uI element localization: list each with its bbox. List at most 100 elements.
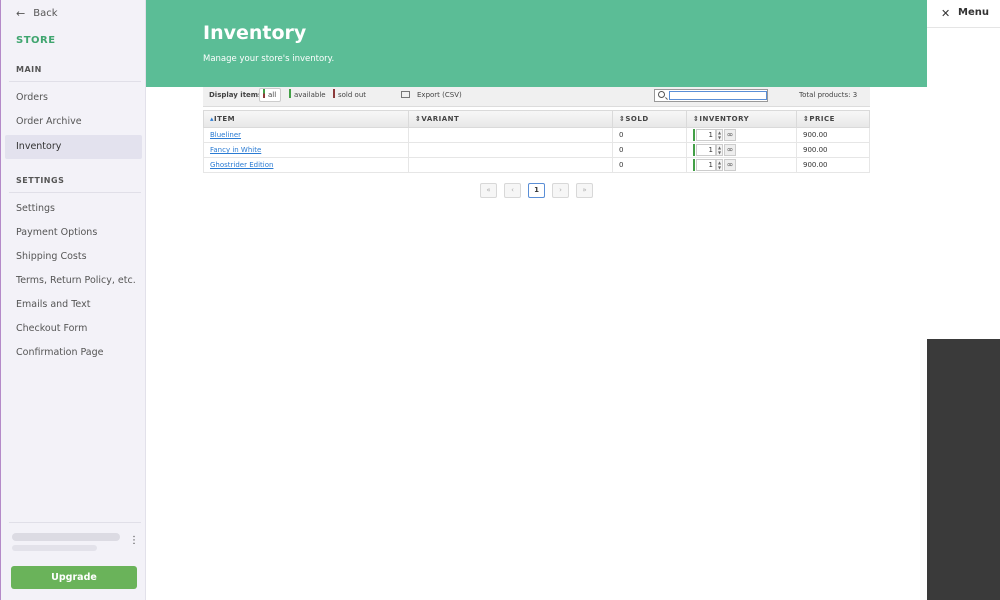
cell-inventory: 1 ▲ ▼ ∞ — [687, 128, 797, 142]
column-header-sold[interactable]: ⇕SOLD — [613, 111, 687, 128]
account-email-blurred — [12, 533, 120, 541]
sidebar-item-order-archive[interactable]: Order Archive — [5, 110, 142, 134]
column-header-variant[interactable]: ⇕VARIANT — [409, 111, 613, 128]
sidebar-item-settings[interactable]: Settings — [5, 197, 142, 221]
divider — [9, 522, 141, 523]
right-menu-panel: ✕ Menu — [927, 0, 1000, 600]
filter-all-label: all — [268, 91, 277, 99]
inventory-input[interactable]: 1 — [696, 144, 716, 156]
filter-sold-out-button[interactable]: sold out — [333, 87, 366, 103]
back-link[interactable]: ← Back — [16, 7, 58, 20]
sidebar-item-confirmation-page[interactable]: Confirmation Page — [5, 341, 142, 365]
table-row: Ghostrider Edition 0 1 ▲ ▼ ∞ 900.00 — [203, 158, 870, 173]
sidebar-item-terms[interactable]: Terms, Return Policy, etc. — [5, 269, 142, 293]
column-header-inventory-label: INVENTORY — [699, 115, 750, 123]
cell-price: 900.00 — [803, 161, 828, 169]
available-bar-icon — [693, 159, 695, 171]
prev-page-button[interactable]: ‹ — [504, 183, 521, 198]
display-items-label: Display items: — [209, 91, 266, 99]
spinner-icon[interactable]: ▲ ▼ — [716, 144, 723, 156]
cell-price: 900.00 — [803, 146, 828, 154]
page-title: Inventory — [203, 22, 307, 44]
sidebar-item-orders[interactable]: Orders — [5, 86, 142, 110]
table-header: ▴ITEM ⇕VARIANT ⇕SOLD ⇕INVENTORY ⇕PRICE — [203, 110, 870, 128]
search-input[interactable] — [669, 91, 767, 100]
table-row: Blueliner 0 1 ▲ ▼ ∞ 900.00 — [203, 128, 870, 143]
cell-sold: 0 — [613, 158, 687, 172]
column-header-price-label: PRICE — [809, 115, 835, 123]
all-bar-icon — [263, 89, 265, 98]
cell-item: Blueliner — [204, 128, 409, 142]
section-main: MAIN — [16, 65, 42, 74]
infinity-icon[interactable]: ∞ — [724, 159, 736, 171]
cell-price: 900.00 — [803, 131, 828, 139]
pagination: « ‹ 1 › » — [480, 183, 593, 199]
spinner-icon[interactable]: ▲ ▼ — [716, 159, 723, 171]
cell-inventory: 1 ▲ ▼ ∞ — [687, 158, 797, 172]
cell-variant — [409, 143, 613, 157]
total-products: Total products: 3 — [799, 91, 858, 99]
sidebar-item-shipping-costs[interactable]: Shipping Costs — [5, 245, 142, 269]
menu-toggle[interactable]: ✕ Menu — [927, 0, 1000, 28]
sidebar-item-payment-options[interactable]: Payment Options — [5, 221, 142, 245]
inventory-toolbar: Display items: all available sold out Ex… — [203, 87, 870, 107]
last-page-button[interactable]: » — [576, 183, 593, 198]
item-link[interactable]: Fancy in White — [210, 146, 261, 154]
available-bar-icon — [693, 144, 695, 156]
cell-item: Fancy in White — [204, 143, 409, 157]
store-label: STORE — [16, 35, 56, 46]
available-bar-icon — [289, 89, 291, 98]
sidebar-item-inventory[interactable]: Inventory — [5, 135, 142, 159]
search-box[interactable] — [654, 89, 768, 102]
spinner-icon[interactable]: ▲ ▼ — [716, 129, 723, 141]
main-content: Inventory Manage your store's inventory.… — [146, 0, 927, 600]
filter-available-button[interactable]: available — [289, 87, 326, 103]
inventory-input[interactable]: 1 — [696, 129, 716, 141]
inventory-stepper[interactable]: 1 ▲ ▼ ∞ — [693, 129, 736, 141]
inventory-stepper[interactable]: 1 ▲ ▼ ∞ — [693, 159, 736, 171]
close-icon[interactable]: ✕ — [941, 7, 950, 20]
available-bar-icon — [693, 129, 695, 141]
first-page-button[interactable]: « — [480, 183, 497, 198]
filter-all-button[interactable]: all — [259, 88, 282, 102]
menu-panel-body — [927, 0, 1000, 339]
sidebar-item-emails-and-text[interactable]: Emails and Text — [5, 293, 142, 317]
account-name-blurred — [12, 545, 97, 551]
page-subtitle: Manage your store's inventory. — [203, 54, 335, 64]
cell-sold: 0 — [613, 143, 687, 157]
current-page-button[interactable]: 1 — [528, 183, 545, 198]
inventory-stepper[interactable]: 1 ▲ ▼ ∞ — [693, 144, 736, 156]
export-label: Export (CSV) — [417, 91, 462, 99]
column-header-price[interactable]: ⇕PRICE — [797, 111, 870, 128]
table-row: Fancy in White 0 1 ▲ ▼ ∞ 900.00 — [203, 143, 870, 158]
export-csv-button[interactable]: Export (CSV) — [401, 87, 462, 103]
column-header-item[interactable]: ▴ITEM — [204, 111, 409, 128]
item-link[interactable]: Ghostrider Edition — [210, 161, 273, 169]
export-icon — [401, 91, 410, 98]
cell-sold: 0 — [613, 128, 687, 142]
back-label: Back — [33, 8, 58, 19]
inventory-input[interactable]: 1 — [696, 159, 716, 171]
cell-item: Ghostrider Edition — [204, 158, 409, 172]
search-icon — [658, 91, 665, 98]
account-info[interactable]: ⋮ — [9, 530, 139, 558]
infinity-icon[interactable]: ∞ — [724, 129, 736, 141]
kebab-menu-icon[interactable]: ⋮ — [129, 536, 139, 546]
menu-label: Menu — [958, 7, 989, 18]
filter-sold-out-label: sold out — [338, 91, 367, 99]
section-settings: SETTINGS — [16, 176, 65, 185]
overlay-backdrop — [927, 339, 1000, 600]
page-header: Inventory Manage your store's inventory. — [146, 0, 927, 87]
column-header-inventory[interactable]: ⇕INVENTORY — [687, 111, 797, 128]
cell-inventory: 1 ▲ ▼ ∞ — [687, 143, 797, 157]
sidebar-item-checkout-form[interactable]: Checkout Form — [5, 317, 142, 341]
next-page-button[interactable]: › — [552, 183, 569, 198]
arrow-left-icon: ← — [16, 7, 26, 20]
divider — [9, 81, 141, 82]
upgrade-button[interactable]: Upgrade — [11, 566, 137, 589]
inventory-table: ▴ITEM ⇕VARIANT ⇕SOLD ⇕INVENTORY ⇕PRICE B… — [203, 110, 870, 173]
item-link[interactable]: Blueliner — [210, 131, 241, 139]
infinity-icon[interactable]: ∞ — [724, 144, 736, 156]
column-header-item-label: ITEM — [214, 115, 236, 123]
filter-available-label: available — [294, 91, 326, 99]
